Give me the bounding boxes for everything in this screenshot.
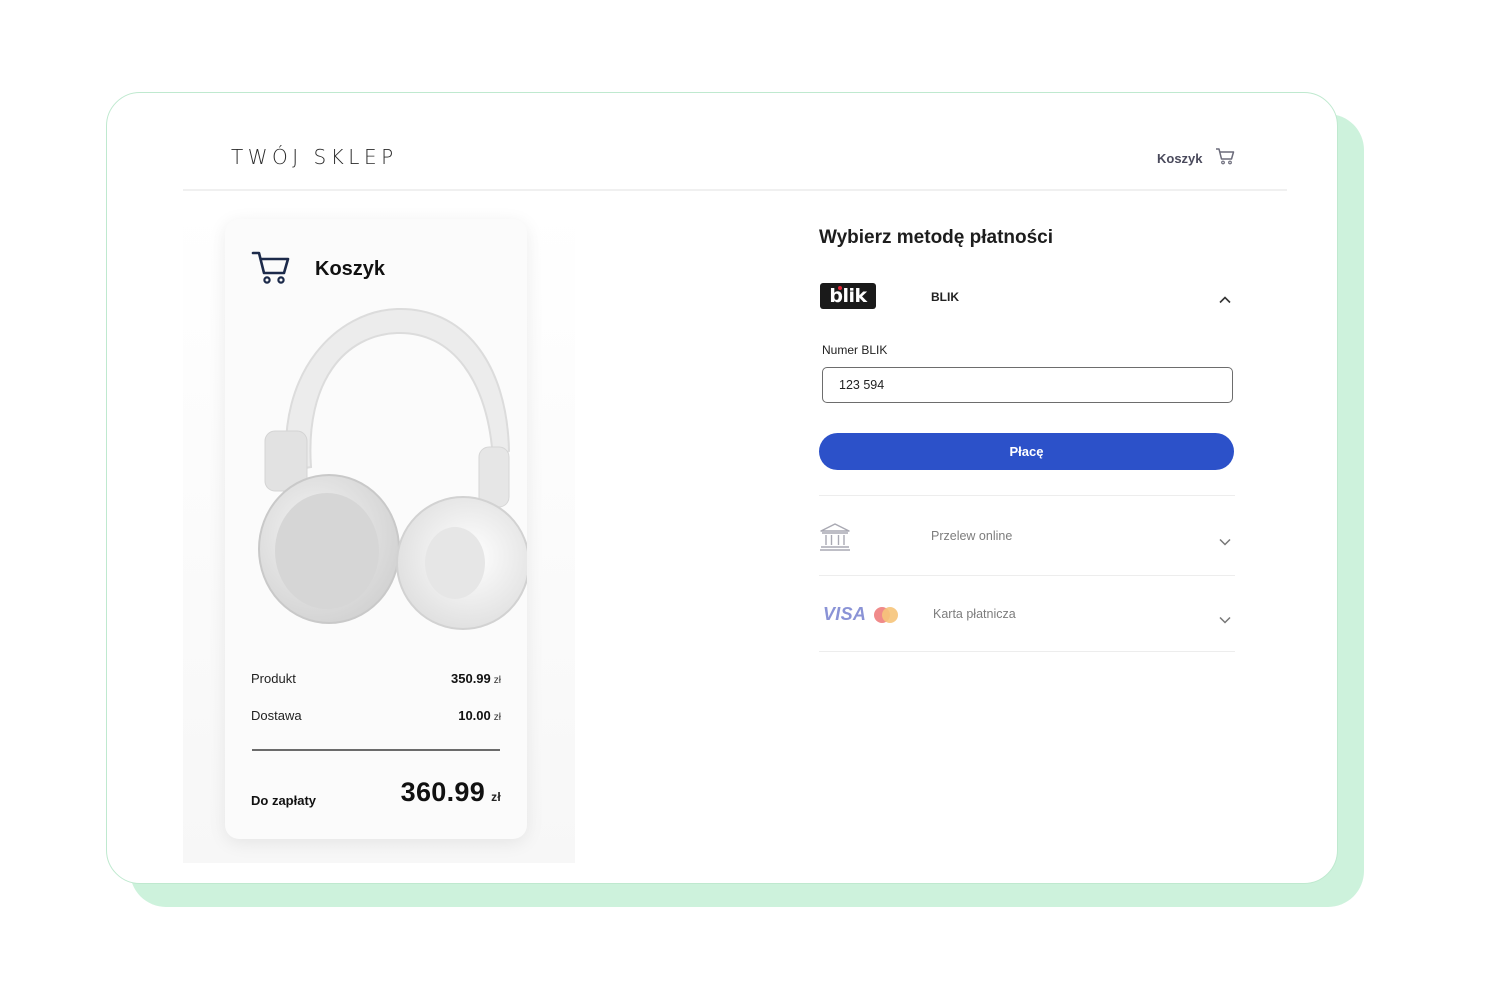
summary-row-total: Do zapłaty 360.99 zł <box>251 777 501 808</box>
payment-option-label: BLIK <box>931 290 959 304</box>
cart-icon <box>251 249 291 290</box>
total-label: Do zapłaty <box>251 793 317 808</box>
cart-summary-card: Koszyk Produkt 350.99 zł Dostawa 10.00 z… <box>225 219 527 839</box>
header-cart-label: Koszyk <box>1157 151 1203 166</box>
blik-code-label: Numer BLIK <box>822 343 888 357</box>
cart-title: Koszyk <box>315 258 386 280</box>
summary-row-shipping: Dostawa 10.00 zł <box>251 708 501 723</box>
cart-icon <box>1215 147 1235 170</box>
payment-method-title: Wybierz metodę płatności <box>819 227 1054 248</box>
payment-divider <box>819 651 1235 652</box>
summary-value: 350.99 zł <box>451 671 501 686</box>
payment-option-label: Przelew online <box>931 529 1013 543</box>
payment-option-card[interactable]: VISA Karta płatnicza <box>819 595 1235 635</box>
chevron-up-icon[interactable] <box>1219 291 1231 309</box>
blik-code-input[interactable] <box>822 367 1233 403</box>
payment-option-label: Karta płatnicza <box>933 607 1016 621</box>
summary-label: Produkt <box>251 671 296 686</box>
summary-divider <box>252 749 500 751</box>
payment-option-bank-transfer[interactable]: Przelew online <box>819 517 1235 557</box>
pay-button[interactable]: Płacę <box>819 433 1234 470</box>
cart-header: Koszyk <box>251 249 385 290</box>
checkout-window: TWÓJ SKLEP Koszyk Koszyk Produkt 350.99 … <box>106 92 1338 884</box>
header-cart-link[interactable]: Koszyk <box>1157 147 1235 170</box>
summary-value: 10.00 zł <box>458 708 501 723</box>
payment-option-blik[interactable]: blik BLIK <box>819 283 1235 313</box>
store-logo[interactable]: TWÓJ SKLEP <box>231 145 398 169</box>
summary-label: Dostawa <box>251 708 302 723</box>
chevron-down-icon[interactable] <box>1219 533 1231 551</box>
visa-logo: VISA <box>823 604 867 624</box>
product-image-headphones <box>247 301 527 631</box>
blik-logo: blik <box>820 283 876 309</box>
payment-divider <box>819 575 1235 576</box>
total-value: 360.99 zł <box>400 777 501 807</box>
chevron-down-icon[interactable] <box>1219 611 1231 629</box>
mastercard-logo-icon <box>873 606 899 624</box>
bank-icon <box>819 521 851 558</box>
payment-divider <box>819 495 1235 496</box>
header-divider <box>183 189 1287 191</box>
summary-row-product: Produkt 350.99 zł <box>251 671 501 686</box>
